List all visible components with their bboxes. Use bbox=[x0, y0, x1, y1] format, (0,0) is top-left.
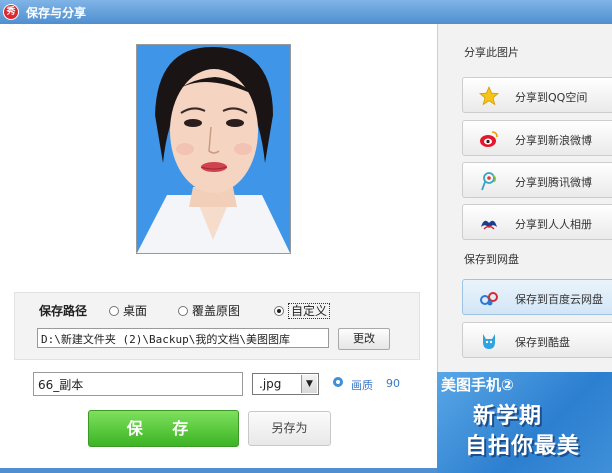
change-path-button[interactable]: 更改 bbox=[338, 328, 390, 350]
save-path-input[interactable]: D:\新建文件夹 (2)\Backup\我的文档\美图图库 bbox=[37, 328, 329, 348]
share-qzone-label: 分享到QQ空间 bbox=[515, 91, 588, 104]
kupan-icon bbox=[483, 334, 495, 349]
share-sina-weibo-label: 分享到新浪微博 bbox=[515, 134, 592, 147]
save-as-button[interactable]: 另存为 bbox=[248, 411, 331, 446]
radio-label: 覆盖原图 bbox=[192, 304, 241, 318]
chevron-down-icon[interactable]: ▼ bbox=[301, 375, 317, 393]
bottom-border bbox=[0, 468, 437, 473]
radio-label: 自定义 bbox=[288, 303, 331, 319]
weibo-icon bbox=[480, 131, 498, 147]
radio-label: 桌面 bbox=[123, 304, 148, 318]
meitu-app-icon: 秀 bbox=[3, 4, 19, 20]
save-options-panel: 保存路径 桌面 覆盖原图 自定义 D:\新建文件夹 (2)\Backup\我的文… bbox=[14, 292, 420, 360]
save-button[interactable]: 保 存 bbox=[88, 410, 239, 447]
portrait-photo-icon bbox=[137, 45, 290, 253]
share-section-title: 分享此图片 bbox=[464, 46, 519, 59]
star-icon bbox=[479, 86, 499, 106]
radio-overwrite-original[interactable]: 覆盖原图 bbox=[178, 302, 240, 319]
save-kupan-label: 保存到酷盘 bbox=[515, 336, 570, 349]
format-select[interactable]: .jpg ▼ bbox=[252, 373, 319, 395]
promo-title: 美图手机② bbox=[441, 376, 514, 394]
format-value: .jpg bbox=[259, 377, 282, 391]
title-bar: 秀 保存与分享 bbox=[0, 0, 612, 24]
share-sina-weibo-button[interactable]: 分享到新浪微博 bbox=[462, 120, 612, 156]
tencent-weibo-icon bbox=[481, 172, 496, 191]
promo-line-2: 自拍你最美 bbox=[465, 434, 581, 459]
radio-dot bbox=[109, 306, 119, 316]
cloud-section-title: 保存到网盘 bbox=[464, 253, 519, 266]
share-qzone-button[interactable]: 分享到QQ空间 bbox=[462, 77, 612, 113]
radio-dot-checked bbox=[274, 306, 284, 316]
save-baidu-cloud-label: 保存到百度云网盘 bbox=[515, 293, 603, 306]
promo-banner[interactable]: 美图手机② 新学期 自拍你最美 bbox=[437, 372, 612, 473]
save-path-label: 保存路径 bbox=[39, 304, 88, 318]
filename-input[interactable]: 66_副本 bbox=[33, 372, 243, 396]
radio-desktop[interactable]: 桌面 bbox=[109, 302, 147, 319]
share-renren-label: 分享到人人相册 bbox=[515, 218, 592, 231]
window-title: 保存与分享 bbox=[26, 6, 87, 20]
save-baidu-cloud-button[interactable]: 保存到百度云网盘 bbox=[462, 279, 612, 315]
promo-line-1: 新学期 bbox=[473, 404, 543, 429]
share-tencent-weibo-button[interactable]: 分享到腾讯微博 bbox=[462, 162, 612, 198]
quality-label[interactable]: 画质 bbox=[351, 377, 373, 393]
photo-preview bbox=[136, 44, 291, 254]
quality-value: 90 bbox=[386, 377, 400, 390]
share-renren-button[interactable]: 分享到人人相册 bbox=[462, 204, 612, 240]
share-tencent-weibo-label: 分享到腾讯微博 bbox=[515, 176, 592, 189]
save-kupan-button[interactable]: 保存到酷盘 bbox=[462, 322, 612, 358]
baidu-cloud-icon bbox=[480, 292, 498, 306]
quality-gear-icon[interactable] bbox=[333, 377, 343, 387]
renren-icon bbox=[481, 220, 497, 230]
radio-custom[interactable]: 自定义 bbox=[274, 302, 331, 319]
radio-dot bbox=[178, 306, 188, 316]
